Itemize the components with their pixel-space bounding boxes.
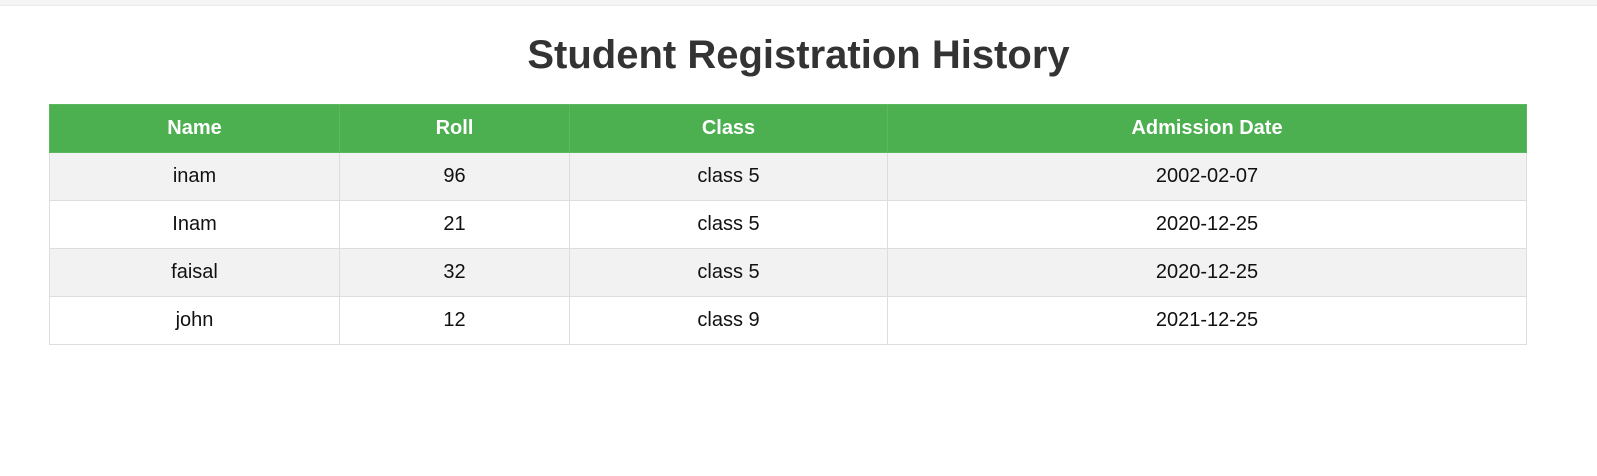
table-row: faisal 32 class 5 2020-12-25 bbox=[49, 248, 1527, 297]
page-title: Student Registration History bbox=[527, 33, 1070, 77]
cell-class: class 5 bbox=[569, 152, 888, 201]
cell-name: john bbox=[49, 296, 340, 345]
column-header-name: Name bbox=[49, 104, 340, 153]
cell-name: Inam bbox=[49, 200, 340, 249]
cell-class: class 5 bbox=[569, 248, 888, 297]
cell-admission-date: 2021-12-25 bbox=[887, 296, 1527, 345]
cell-roll: 96 bbox=[339, 152, 570, 201]
page: Student Registration History Name Roll C… bbox=[0, 0, 1597, 476]
cell-name: inam bbox=[49, 152, 340, 201]
cell-admission-date: 2020-12-25 bbox=[887, 200, 1527, 249]
cell-class: class 9 bbox=[569, 296, 888, 345]
cell-roll: 21 bbox=[339, 200, 570, 249]
cell-roll: 32 bbox=[339, 248, 570, 297]
column-header-admission-date: Admission Date bbox=[887, 104, 1527, 153]
cell-admission-date: 2002-02-07 bbox=[887, 152, 1527, 201]
table-header-row: Name Roll Class Admission Date bbox=[49, 104, 1527, 153]
table-row: inam 96 class 5 2002-02-07 bbox=[49, 152, 1527, 201]
column-header-roll: Roll bbox=[339, 104, 570, 153]
table-row: john 12 class 9 2021-12-25 bbox=[49, 296, 1527, 345]
table-row: Inam 21 class 5 2020-12-25 bbox=[49, 200, 1527, 249]
cell-name: faisal bbox=[49, 248, 340, 297]
cell-class: class 5 bbox=[569, 200, 888, 249]
student-registration-table: Name Roll Class Admission Date inam 96 c… bbox=[49, 104, 1527, 345]
cell-admission-date: 2020-12-25 bbox=[887, 248, 1527, 297]
column-header-class: Class bbox=[569, 104, 888, 153]
cell-roll: 12 bbox=[339, 296, 570, 345]
